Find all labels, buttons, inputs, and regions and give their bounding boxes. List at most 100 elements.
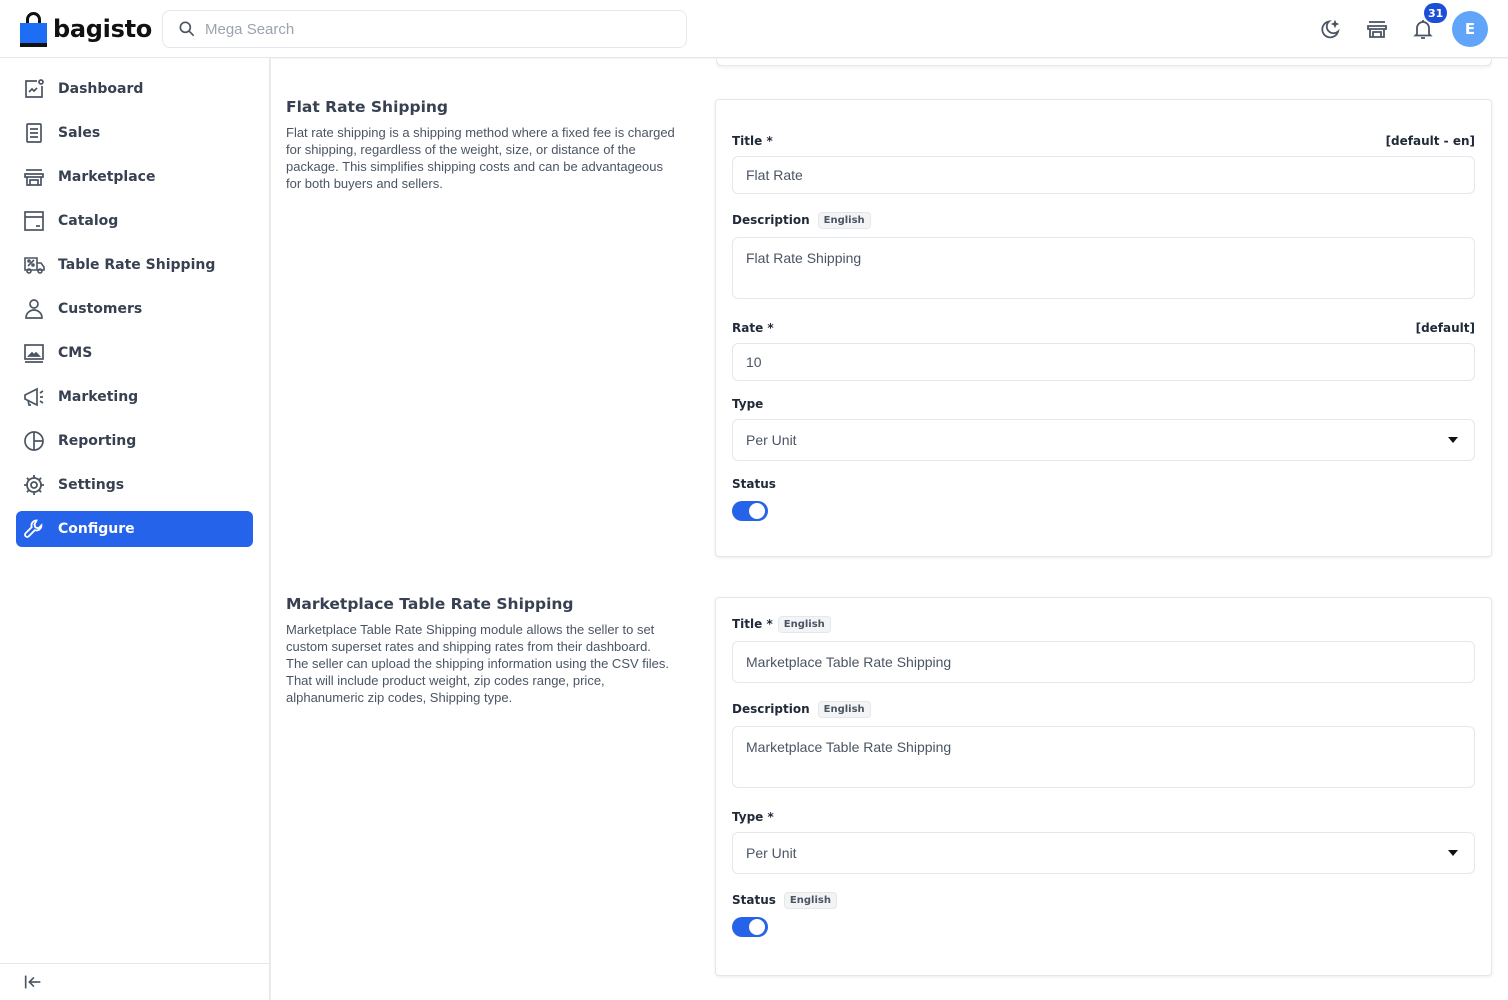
section-description: Flat rate shipping is a shipping method … xyxy=(286,125,675,191)
description-label: Description English xyxy=(732,700,871,718)
storefront-button[interactable] xyxy=(1354,10,1400,48)
sidebar-item-reporting[interactable]: Reporting xyxy=(16,423,253,459)
user-icon xyxy=(25,299,43,319)
status-label: Status xyxy=(732,477,776,491)
scope-label: [default - en] xyxy=(1385,134,1475,148)
sidebar-item-label: CMS xyxy=(58,345,93,361)
type-label: Type * xyxy=(732,810,774,824)
selected-value: Per Unit xyxy=(746,845,797,861)
flat-rate-type-select[interactable]: Per Unit xyxy=(732,419,1475,461)
search-input[interactable] xyxy=(205,20,665,38)
marketplace-type-select[interactable]: Per Unit xyxy=(732,832,1475,874)
previous-card-bottom xyxy=(716,59,1492,66)
title-label-row: Title * [default - en] xyxy=(732,130,1475,152)
sidebar: Dashboard Sales Marketplace Catalog Tabl… xyxy=(0,58,270,1000)
megaphone-icon xyxy=(24,387,44,407)
sidebar-item-label: Marketplace xyxy=(58,169,156,185)
rate-label-row: Rate * [default] xyxy=(732,317,1475,339)
avatar: E xyxy=(1452,11,1488,47)
status-label-text: Status xyxy=(732,893,776,907)
profile-button[interactable]: E xyxy=(1446,10,1492,48)
rate-label: Rate * xyxy=(732,321,774,335)
mega-search[interactable] xyxy=(162,10,687,48)
marketplace-description-textarea[interactable]: Marketplace Table Rate Shipping xyxy=(732,726,1475,788)
title-label-text: Title * xyxy=(732,617,773,631)
dark-mode-icon xyxy=(1321,19,1340,39)
locale-tag: English xyxy=(817,211,871,229)
sidebar-item-customers[interactable]: Customers xyxy=(16,291,253,327)
locale-tag: English xyxy=(817,700,871,718)
shopping-bag-logo-icon xyxy=(20,12,47,47)
dark-mode-toggle[interactable] xyxy=(1308,10,1354,48)
flat-rate-info: Flat Rate Shipping Flat rate shipping is… xyxy=(286,98,676,192)
sidebar-item-label: Reporting xyxy=(58,433,137,449)
dashboard-icon xyxy=(25,79,44,98)
sidebar-item-settings[interactable]: Settings xyxy=(16,467,253,503)
section-title: Marketplace Table Rate Shipping xyxy=(286,595,574,613)
sidebar-item-label: Marketing xyxy=(58,389,139,405)
brand-name: bagisto xyxy=(53,15,152,43)
flat-rate-title-input[interactable]: Flat Rate xyxy=(732,156,1475,194)
scope-label: [default] xyxy=(1415,321,1475,335)
description-label: Description English xyxy=(732,211,871,229)
description-label-text: Description xyxy=(732,702,810,716)
collapse-sidebar-icon xyxy=(24,975,41,989)
status-label: Status English xyxy=(732,891,837,909)
header-actions: 31 E xyxy=(1308,3,1492,48)
marketplace-table-rate-info: Marketplace Table Rate Shipping Marketpl… xyxy=(286,595,676,706)
bagisto-logo[interactable]: bagisto xyxy=(20,11,152,47)
selected-value: Per Unit xyxy=(746,432,797,448)
flat-rate-rate-input[interactable]: 10 xyxy=(732,343,1475,381)
top-bar: bagisto 31 E xyxy=(0,0,1508,58)
title-label: Title * xyxy=(732,134,773,148)
title-label-row: Title * English xyxy=(732,613,1475,635)
storefront-icon xyxy=(1367,21,1387,38)
status-label-row: Status xyxy=(732,473,1475,495)
sidebar-item-label: Sales xyxy=(58,125,101,141)
sidebar-item-table-rate-shipping[interactable]: Table Rate Shipping xyxy=(16,247,253,283)
sidebar-item-label: Catalog xyxy=(58,213,119,229)
sidebar-item-marketplace[interactable]: Marketplace xyxy=(16,159,253,195)
truck-icon xyxy=(24,257,45,274)
sidebar-item-marketing[interactable]: Marketing xyxy=(16,379,253,415)
sidebar-item-cms[interactable]: CMS xyxy=(16,335,253,371)
locale-tag: English xyxy=(783,891,837,909)
sidebar-item-label: Table Rate Shipping xyxy=(58,257,216,273)
sales-icon xyxy=(26,123,42,143)
search-icon xyxy=(179,21,195,37)
wrench-icon xyxy=(24,519,43,538)
toggle-knob xyxy=(749,919,765,935)
sidebar-item-dashboard[interactable]: Dashboard xyxy=(16,71,253,107)
type-label-row: Type * xyxy=(732,806,1475,828)
description-label-text: Description xyxy=(732,213,810,227)
type-label-row: Type xyxy=(732,393,1475,415)
flat-rate-description-textarea[interactable]: Flat Rate Shipping xyxy=(732,237,1475,299)
flat-rate-status-toggle[interactable] xyxy=(732,501,768,521)
description-label-row: Description English xyxy=(732,698,1475,720)
marketplace-table-rate-card: Title * English Marketplace Table Rate Sh… xyxy=(715,597,1492,976)
section-title: Flat Rate Shipping xyxy=(286,98,449,116)
description-label-row: Description English xyxy=(732,209,1475,231)
marketplace-title-input[interactable]: Marketplace Table Rate Shipping xyxy=(732,641,1475,683)
locale-tag: English xyxy=(777,615,831,633)
caret-down-icon xyxy=(1448,437,1458,443)
cms-icon xyxy=(24,344,44,363)
collapse-sidebar-button[interactable] xyxy=(0,963,269,1000)
catalog-icon xyxy=(24,211,44,231)
gear-icon xyxy=(24,475,44,495)
main-content: Flat Rate Shipping Flat rate shipping is… xyxy=(271,59,1508,1000)
store-icon xyxy=(24,169,44,186)
sidebar-item-configure[interactable]: Configure xyxy=(16,511,253,547)
sidebar-nav: Dashboard Sales Marketplace Catalog Tabl… xyxy=(0,58,269,547)
notifications-button[interactable]: 31 xyxy=(1400,3,1448,48)
type-label: Type xyxy=(732,397,764,411)
section-description: Marketplace Table Rate Shipping module a… xyxy=(286,622,669,705)
sidebar-item-catalog[interactable]: Catalog xyxy=(16,203,253,239)
toggle-knob xyxy=(749,503,765,519)
sidebar-item-label: Customers xyxy=(58,301,143,317)
sidebar-item-label: Configure xyxy=(58,521,135,537)
flat-rate-card: Title * [default - en] Flat Rate Descrip… xyxy=(715,99,1492,557)
sidebar-item-sales[interactable]: Sales xyxy=(16,115,253,151)
notification-count-badge: 31 xyxy=(1424,3,1448,23)
marketplace-status-toggle[interactable] xyxy=(732,917,768,937)
